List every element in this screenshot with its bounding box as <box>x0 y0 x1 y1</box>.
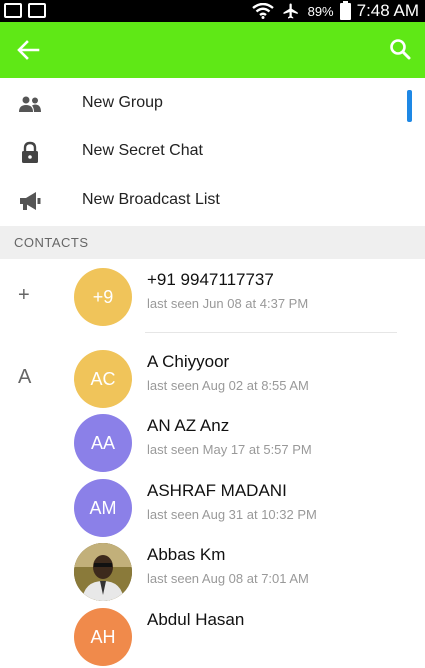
last-seen: last seen Aug 31 at 10:32 PM <box>147 507 317 522</box>
contact-name: AN AZ Anz <box>147 416 230 435</box>
avatar: AC <box>74 350 132 408</box>
last-seen: last seen Aug 02 at 8:55 AM <box>147 378 309 393</box>
last-seen: last seen May 17 at 5:57 PM <box>147 442 312 457</box>
contact-row[interactable]: +9 +91 9947117737 last seen Jun 08 at 4:… <box>0 264 410 328</box>
new-secret-chat-label: New Secret Chat <box>82 142 203 159</box>
new-secret-chat-item[interactable]: New Secret Chat <box>0 127 405 175</box>
contact-name: Abbas Km <box>147 545 226 564</box>
new-broadcast-list-item[interactable]: New Broadcast List <box>0 176 405 224</box>
scrollbar-thumb[interactable] <box>407 90 412 122</box>
back-arrow-icon <box>17 40 40 60</box>
contact-name: Abdul Hasan <box>147 610 245 629</box>
contact-row[interactable]: AH Abdul Hasan <box>0 604 410 668</box>
contact-name: A Chiyyoor <box>147 352 230 371</box>
contact-row[interactable]: AM ASHRAF MADANI last seen Aug 31 at 10:… <box>0 475 410 539</box>
new-broadcast-list-label: New Broadcast List <box>82 191 220 208</box>
battery-percentage: 89% <box>307 3 334 19</box>
search-icon <box>390 39 411 60</box>
avatar: AA <box>74 414 132 472</box>
divider <box>145 332 397 333</box>
clock-time: 7:48 AM <box>356 1 419 20</box>
new-group-item[interactable]: New Group <box>0 79 405 127</box>
status-bar: 89% 7:48 AM <box>0 0 425 22</box>
last-seen: last seen Jun 08 at 4:37 PM <box>147 296 309 311</box>
image-notification-icon <box>28 3 46 18</box>
search-button[interactable] <box>385 36 415 64</box>
contact-name: ASHRAF MADANI <box>147 481 287 500</box>
lock-icon <box>22 141 38 163</box>
app-bar <box>0 22 425 78</box>
last-seen: last seen Aug 08 at 7:01 AM <box>147 571 309 586</box>
contact-row[interactable]: Abbas Km last seen Aug 08 at 7:01 AM <box>0 539 410 603</box>
person-photo-icon <box>74 543 132 601</box>
group-icon <box>19 96 41 112</box>
avatar: AM <box>74 479 132 537</box>
profile-photo-avatar <box>74 543 132 601</box>
contacts-section-header: CONTACTS <box>0 226 425 259</box>
avatar: AH <box>74 608 132 666</box>
battery-icon <box>339 0 351 20</box>
megaphone-icon <box>20 192 41 210</box>
wifi-icon <box>251 3 274 19</box>
back-button[interactable] <box>12 36 42 64</box>
contacts-header-label: CONTACTS <box>14 235 89 250</box>
notification-icon <box>4 3 22 18</box>
airplane-icon <box>283 3 298 19</box>
new-group-label: New Group <box>82 94 163 111</box>
contact-row[interactable]: AC A Chiyyoor last seen Aug 02 at 8:55 A… <box>0 346 410 410</box>
contact-row[interactable]: AA AN AZ Anz last seen May 17 at 5:57 PM <box>0 410 410 474</box>
avatar: +9 <box>74 268 132 326</box>
contact-name: +91 9947117737 <box>147 270 274 289</box>
